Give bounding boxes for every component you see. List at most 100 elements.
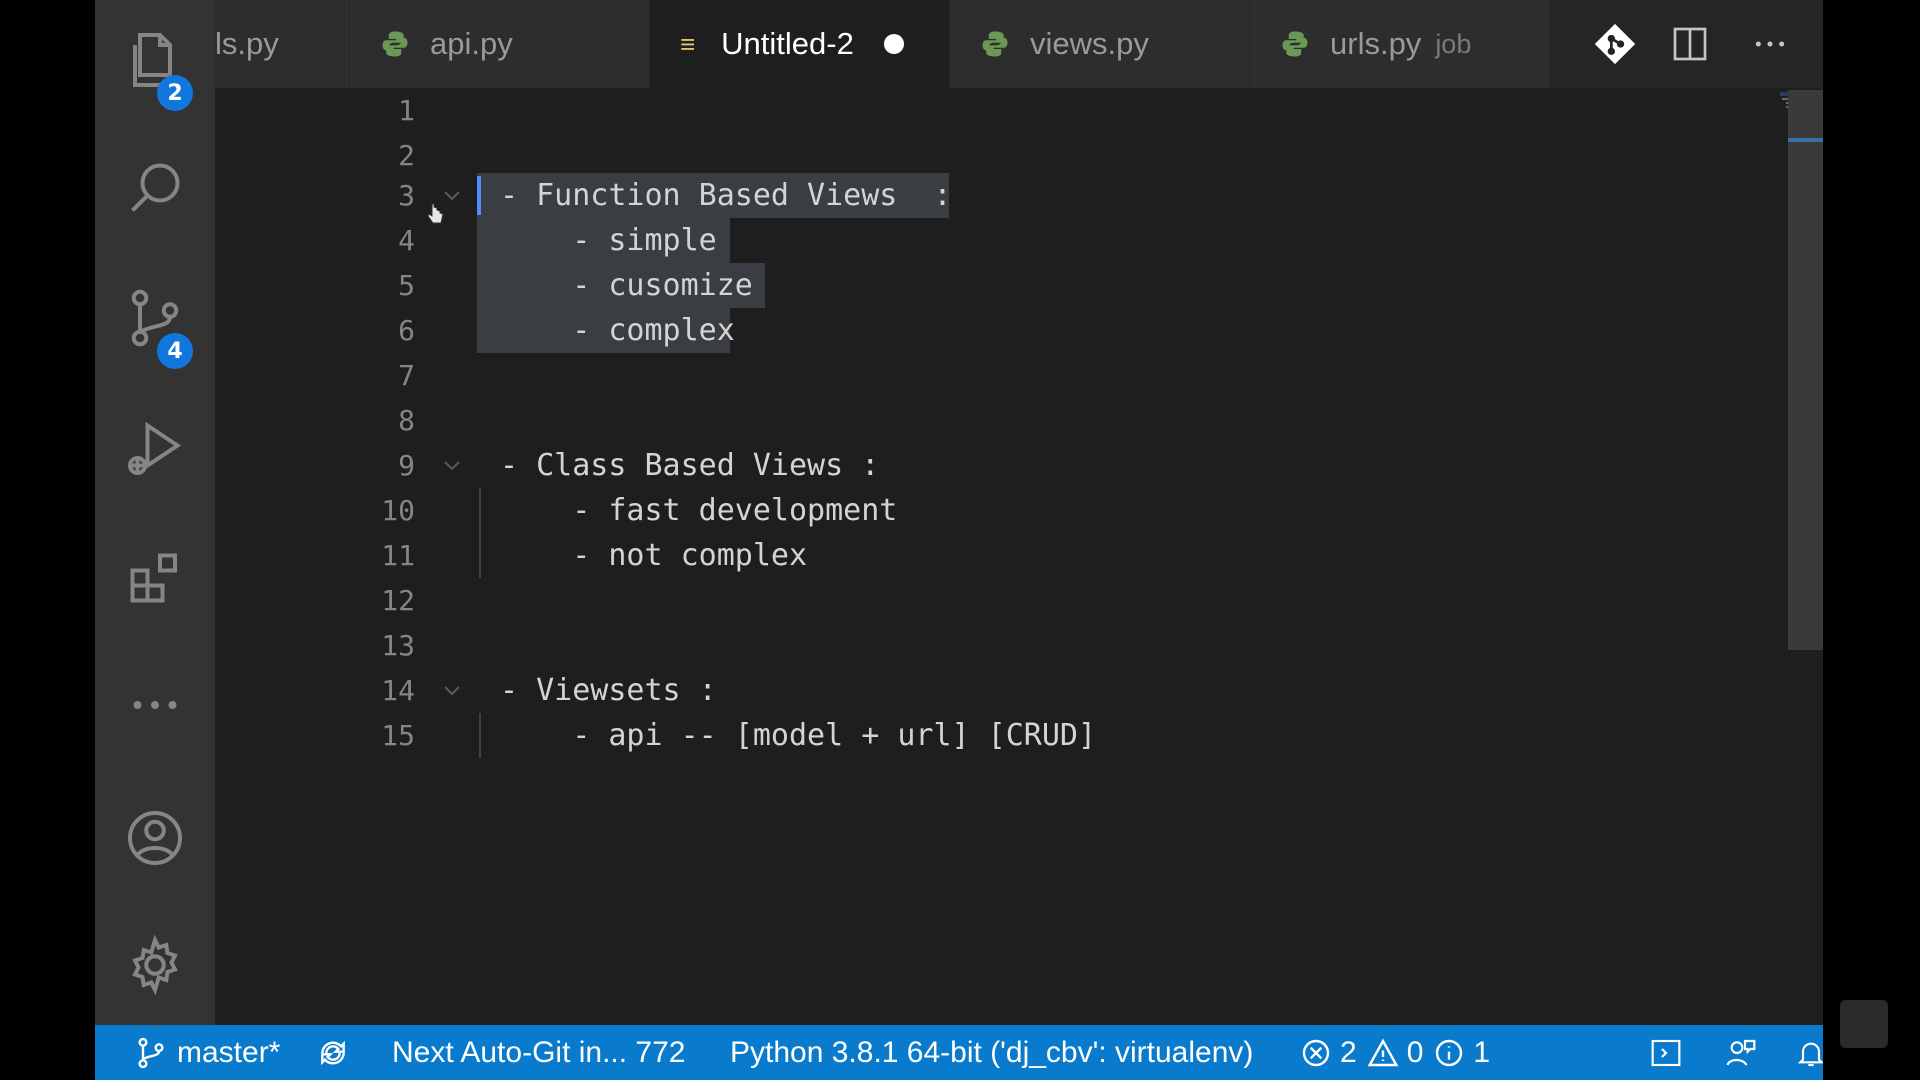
tab-label: urls.py [1330,26,1422,61]
line-number: 2 [398,139,415,172]
split-editor-icon [1673,27,1707,61]
error-icon [1302,1039,1330,1066]
code-line: 5 - cusomize [215,263,1615,308]
markdown-icon: ≡ [680,28,696,59]
terminal-toggle[interactable] [1650,1025,1682,1080]
video-overlay-thumbnail [1840,1000,1888,1048]
line-number: 6 [398,314,415,347]
source-control-button[interactable]: 4 [95,273,215,369]
code-line: 15 - api -- [model + url] [CRUD] [215,713,1615,758]
code-line: 14 - Viewsets : [215,668,1615,713]
branch-indicator[interactable]: master* [135,1025,280,1080]
line-text: - simple [500,223,717,258]
run-debug-icon [128,421,182,475]
code-line: 2 [215,133,1615,178]
line-text: - not complex [500,538,808,573]
fold-chevron-icon[interactable] [440,453,464,477]
line-number: 1 [398,94,415,127]
git-action-button[interactable] [1585,14,1645,74]
more-actions-button[interactable] [1740,14,1800,74]
line-number: 5 [398,269,415,302]
tab-label: api.py [430,26,513,61]
bell-icon [1797,1042,1823,1066]
info-icon [1436,1039,1463,1066]
line-number: 10 [381,494,415,527]
line-text: - Class Based Views : [500,448,880,483]
ellipsis-icon [133,701,177,709]
line-number: 3 [398,179,415,212]
account-icon [128,811,182,865]
auto-git-status[interactable]: Next Auto-Git in... 772 [392,1025,685,1080]
fold-chevron-icon[interactable] [440,678,464,702]
python-interpreter[interactable]: Python 3.8.1 64-bit ('dj_cbv': virtualen… [730,1025,1253,1080]
line-number: 13 [381,629,415,662]
code-line: 7 [215,353,1615,398]
code-line: 13 [215,623,1615,668]
tab-urls-py[interactable]: urls.py job [1250,0,1550,88]
vscode-window: 2 4 ls.py api.py ≡ Untitled-2 views.py u… [95,0,1823,1080]
code-line: 3 - Function Based Views : [215,173,1615,218]
settings-button[interactable] [95,920,215,1010]
accounts-button[interactable] [95,793,215,883]
tab-views-py[interactable]: views.py [950,0,1250,88]
code-line: 11 - not complex [215,533,1615,578]
source-control-badge: 4 [157,333,193,369]
python-icon [982,31,1008,57]
status-bar: master* Next Auto-Git in... 772 Python 3… [95,1025,1823,1080]
tab-untitled-2[interactable]: ≡ Untitled-2 [650,0,950,88]
live-share-button[interactable] [1725,1025,1757,1080]
tab-api-py[interactable]: api.py [350,0,650,88]
line-number: 4 [398,224,415,257]
search-icon [131,163,180,212]
more-views-button[interactable] [95,660,215,750]
code-line: 12 [215,578,1615,623]
line-text: - fast development [500,493,898,528]
search-button[interactable] [95,143,215,233]
line-number: 8 [398,404,415,437]
problems-indicator[interactable]: 2 0 1 [1300,1025,1490,1080]
error-count: 2 [1340,1035,1357,1069]
code-line: 10 - fast development [215,488,1615,533]
line-number: 9 [398,449,415,482]
feedback-icon [1726,1039,1756,1066]
git-icon [1594,23,1636,65]
code-line: 1 [215,88,1615,133]
sync-button[interactable] [317,1025,349,1080]
line-text: - api -- [model + url] [CRUD] [500,718,1097,753]
unsaved-dot-icon[interactable] [883,34,904,54]
tab-ls-py[interactable]: ls.py [215,0,350,88]
line-number: 12 [381,584,415,617]
scrollbar-cursor-marker [1788,138,1823,142]
line-text: - cusomize [500,268,753,303]
notifications-button[interactable] [1795,1025,1823,1080]
ellipsis-icon [1755,41,1785,47]
split-editor-button[interactable] [1660,14,1720,74]
branch-name: master* [177,1035,281,1069]
editor-tab-bar: ls.py api.py ≡ Untitled-2 views.py urls.… [215,0,1823,88]
activity-bar: 2 4 [95,0,215,1025]
warning-count: 0 [1406,1035,1424,1069]
tab-label: views.py [1030,26,1149,61]
line-number: 11 [381,539,415,572]
vertical-scrollbar[interactable] [1788,90,1823,650]
interpreter-text: Python 3.8.1 64-bit ('dj_cbv': virtualen… [730,1035,1254,1069]
explorer-button[interactable]: 2 [95,15,215,111]
sync-icon [321,1040,345,1065]
mouse-pointer-icon [427,203,444,224]
run-debug-button[interactable] [95,403,215,493]
line-text: - Viewsets : [500,673,717,708]
code-line: 6 - complex [215,308,1615,353]
code-line: 9 - Class Based Views : [215,443,1615,488]
git-branch-icon [138,1037,164,1068]
line-text: - complex [500,313,735,348]
editor-area[interactable]: 1 2 3 - Function Based Views : 4 - simpl… [215,88,1823,1025]
line-number: 15 [381,719,415,752]
tab-label: ls.py [215,26,279,61]
explorer-badge: 2 [157,75,193,111]
line-number: 14 [381,674,415,707]
tab-hint: job [1435,28,1472,59]
python-icon [382,31,408,57]
line-text: - Function Based Views : [500,178,952,213]
extensions-button[interactable] [95,533,215,623]
code-line: 4 - simple [215,218,1615,263]
